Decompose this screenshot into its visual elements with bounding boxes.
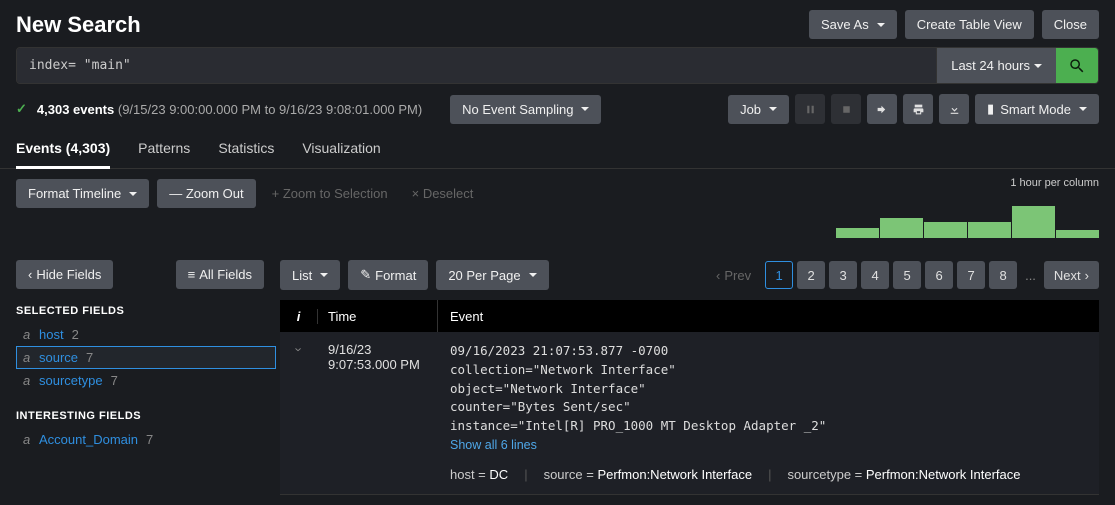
list-icon: ≡: [188, 267, 196, 282]
page-4[interactable]: 4: [861, 261, 889, 289]
field-type: a: [23, 432, 33, 447]
event-table-header: i Time Event: [280, 300, 1099, 332]
timeline-bar[interactable]: [836, 228, 879, 238]
field-count: 7: [146, 432, 153, 447]
field-type: a: [23, 373, 33, 388]
share-button[interactable]: [867, 94, 897, 124]
meta-host[interactable]: DC: [489, 467, 508, 482]
col-info-header: i: [280, 309, 318, 324]
col-event-header: Event: [438, 309, 1099, 324]
events-count: 4,303 events: [37, 102, 114, 117]
chevron-right-icon: [297, 342, 301, 357]
page-8[interactable]: 8: [989, 261, 1017, 289]
field-count: 7: [86, 350, 93, 365]
page-title: New Search: [16, 12, 141, 38]
page-ellipsis: ...: [1021, 268, 1040, 283]
zoom-to-selection-button: + Zoom to Selection: [264, 179, 396, 208]
field-type: a: [23, 350, 33, 365]
field-account-domain[interactable]: a Account_Domain 7: [16, 428, 276, 451]
time-range-picker[interactable]: Last 24 hours: [936, 48, 1056, 83]
pause-button[interactable]: [795, 94, 825, 124]
create-table-view-button[interactable]: Create Table View: [905, 10, 1034, 39]
page-6[interactable]: 6: [925, 261, 953, 289]
interesting-fields-header: INTERESTING FIELDS: [16, 410, 276, 422]
expand-event-button[interactable]: [280, 332, 318, 494]
all-fields-button[interactable]: ≡ All Fields: [176, 260, 264, 289]
field-sourcetype[interactable]: a sourcetype 7: [16, 369, 276, 392]
col-time-header[interactable]: Time: [318, 300, 438, 332]
field-name: host: [39, 327, 64, 342]
zoom-out-button[interactable]: — Zoom Out: [157, 179, 255, 208]
field-source[interactable]: a source 7: [16, 346, 276, 369]
pagination: Prev 1 2 3 4 5 6 7 8 ... Next: [706, 261, 1099, 289]
field-count: 7: [111, 373, 118, 388]
job-dropdown[interactable]: Job: [728, 95, 789, 124]
page-1[interactable]: 1: [765, 261, 793, 289]
download-icon: [948, 103, 961, 116]
list-view-dropdown[interactable]: List: [280, 260, 340, 290]
stop-button[interactable]: [831, 94, 861, 124]
timeline-bar[interactable]: [924, 222, 967, 238]
timeline-bar[interactable]: [1012, 206, 1055, 238]
field-host[interactable]: a host 2: [16, 323, 276, 346]
field-type: a: [23, 327, 33, 342]
page-7[interactable]: 7: [957, 261, 985, 289]
deselect-button: × Deselect: [404, 179, 482, 208]
time-range-text: (9/15/23 9:00:00.000 PM to 9/16/23 9:08:…: [118, 102, 422, 117]
show-all-lines-link[interactable]: Show all 6 lines: [450, 436, 1087, 455]
hide-fields-button[interactable]: Hide Fields: [16, 260, 113, 289]
format-button[interactable]: Format: [348, 260, 428, 290]
tab-visualization[interactable]: Visualization: [302, 132, 380, 168]
per-page-dropdown[interactable]: 20 Per Page: [436, 260, 548, 290]
timeline-chart[interactable]: [836, 206, 1099, 238]
export-button[interactable]: [939, 94, 969, 124]
event-body: 09/16/2023 21:07:53.877 -0700 collection…: [438, 332, 1099, 494]
tab-patterns[interactable]: Patterns: [138, 132, 190, 168]
next-page-button[interactable]: Next: [1044, 261, 1099, 289]
search-input[interactable]: [17, 48, 936, 83]
field-name: source: [39, 350, 78, 365]
save-as-button[interactable]: Save As: [809, 10, 897, 39]
bulb-icon: ▮: [987, 101, 994, 117]
event-sampling-dropdown[interactable]: No Event Sampling: [450, 95, 601, 124]
event-time: 9/16/23 9:07:53.000 PM: [318, 332, 438, 494]
tab-events[interactable]: Events (4,303): [16, 132, 110, 169]
page-5[interactable]: 5: [893, 261, 921, 289]
print-icon: [912, 103, 925, 116]
search-button[interactable]: [1056, 48, 1098, 83]
stop-icon: [840, 103, 853, 116]
search-icon: [1068, 57, 1086, 75]
meta-source[interactable]: Perfmon:Network Interface: [597, 467, 752, 482]
timeline-bar[interactable]: [1056, 230, 1099, 238]
format-timeline-button[interactable]: Format Timeline: [16, 179, 149, 208]
check-icon: ✓: [16, 101, 27, 117]
pause-icon: [804, 103, 817, 116]
field-count: 2: [72, 327, 79, 342]
meta-sourcetype[interactable]: Perfmon:Network Interface: [866, 467, 1021, 482]
smart-mode-dropdown[interactable]: ▮Smart Mode: [975, 94, 1099, 124]
share-icon: [876, 103, 889, 116]
tab-statistics[interactable]: Statistics: [218, 132, 274, 168]
timeline-bar[interactable]: [880, 218, 923, 238]
selected-fields-header: SELECTED FIELDS: [16, 305, 276, 317]
close-button[interactable]: Close: [1042, 10, 1099, 39]
field-name: Account_Domain: [39, 432, 138, 447]
field-name: sourcetype: [39, 373, 103, 388]
event-row: 9/16/23 9:07:53.000 PM 09/16/2023 21:07:…: [280, 332, 1099, 495]
prev-page-button: Prev: [706, 261, 761, 289]
print-button[interactable]: [903, 94, 933, 124]
page-3[interactable]: 3: [829, 261, 857, 289]
page-2[interactable]: 2: [797, 261, 825, 289]
timeline-bar[interactable]: [968, 222, 1011, 238]
timeline-scale-label: 1 hour per column: [1010, 177, 1099, 189]
